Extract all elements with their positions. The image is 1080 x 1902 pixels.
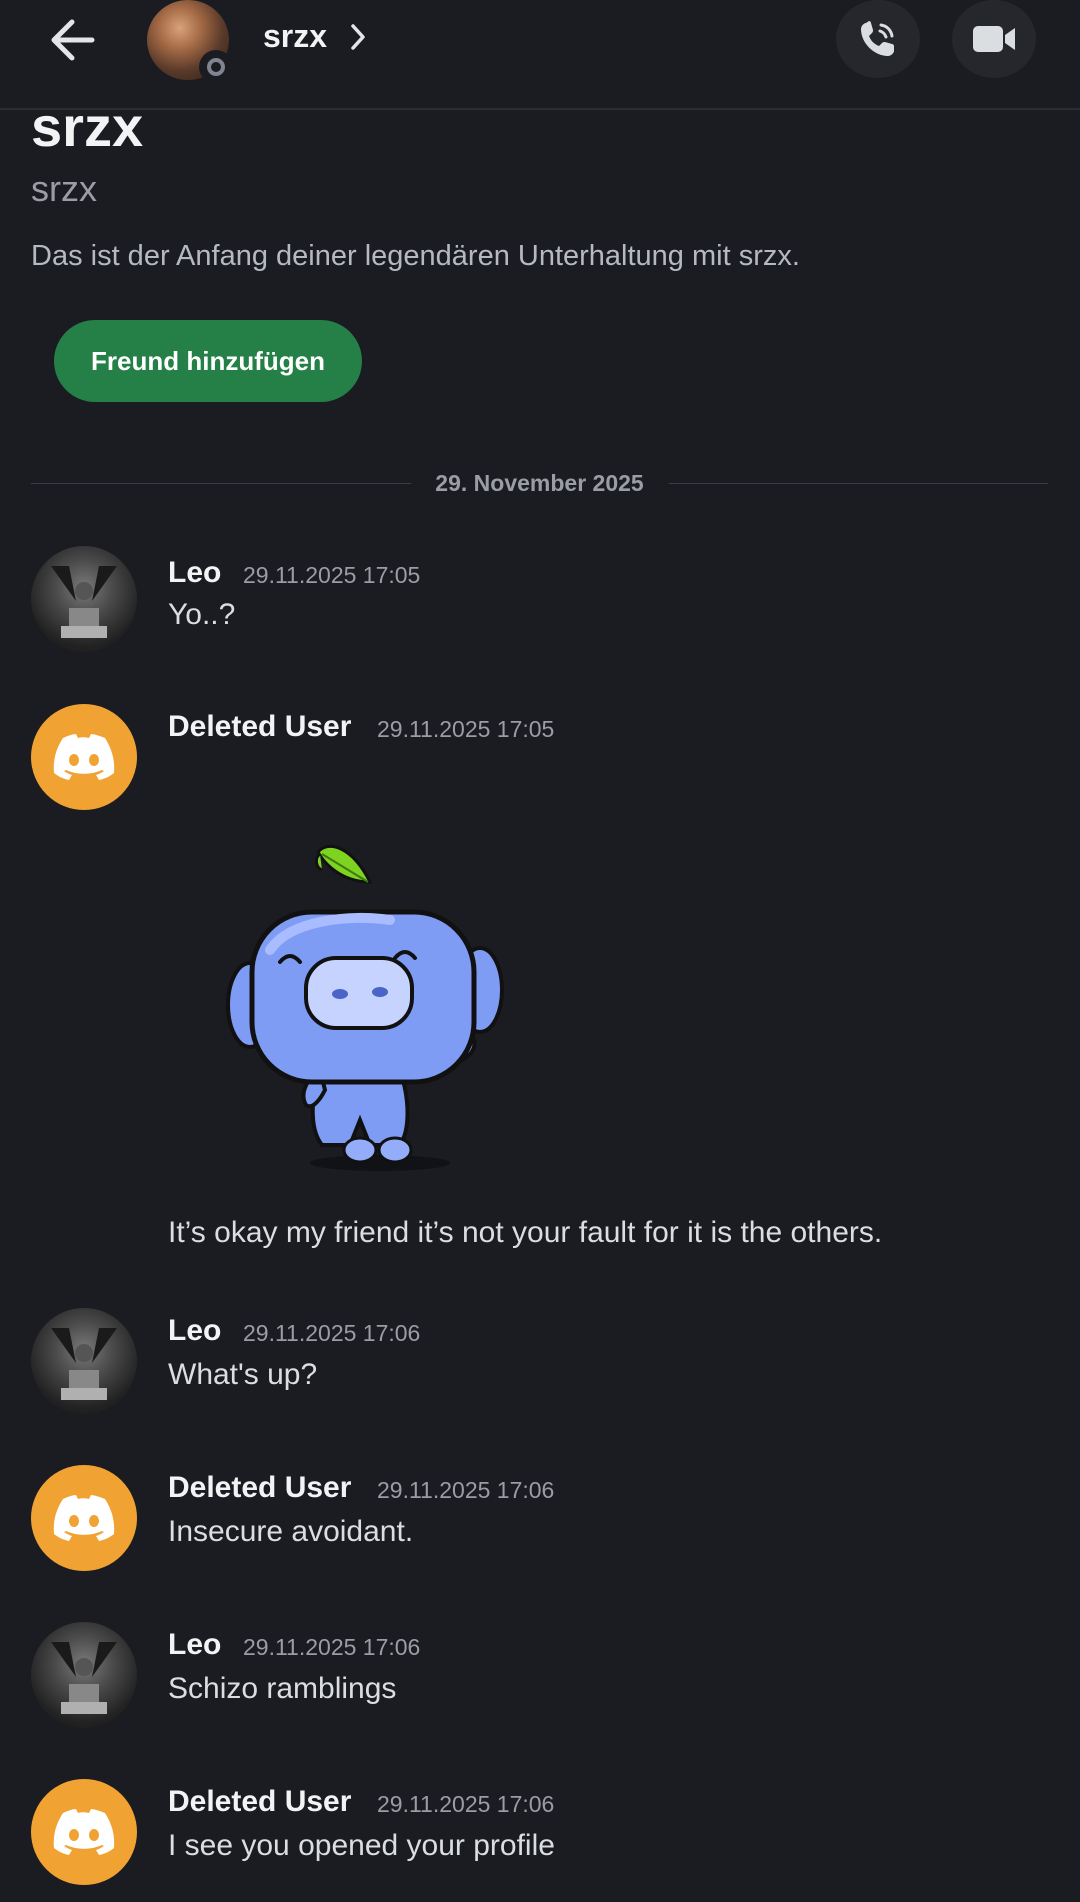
date-divider: 29. November 2025 (31, 470, 1048, 498)
message-timestamp: 29.11.2025 17:05 (377, 716, 555, 742)
message-author[interactable]: Deleted User (168, 710, 351, 744)
discord-logo-icon (53, 1809, 115, 1855)
video-call-button[interactable] (952, 0, 1036, 78)
conversation-intro-text: Das ist der Anfang deiner legendären Unt… (31, 240, 800, 272)
avatar[interactable] (31, 704, 137, 810)
back-button[interactable] (44, 10, 104, 70)
conversation-username: srzx (31, 168, 97, 209)
chevron-right-icon[interactable] (347, 20, 371, 54)
arrow-left-icon (51, 19, 95, 61)
avatar[interactable] (31, 1465, 137, 1571)
message-timestamp: 29.11.2025 17:06 (377, 1477, 555, 1503)
avatar[interactable] (31, 546, 137, 652)
statue-image (51, 1642, 117, 1714)
contact-name[interactable]: srzx (263, 18, 327, 55)
avatar[interactable] (31, 1779, 137, 1885)
message-timestamp: 29.11.2025 17:06 (243, 1634, 421, 1660)
add-friend-button[interactable]: Freund hinzufügen (54, 320, 362, 402)
statue-image (51, 1328, 117, 1400)
statue-image (51, 566, 117, 638)
message-author[interactable]: Leo (168, 1314, 221, 1348)
message-text: Yo..? (168, 598, 236, 631)
message-author[interactable]: Deleted User (168, 1785, 351, 1819)
message-text: Insecure avoidant. (168, 1515, 414, 1548)
message-text: It’s okay my friend it’s not your fault … (168, 1216, 883, 1249)
message-text: I see you opened your profile (168, 1829, 555, 1862)
message-author[interactable]: Leo (168, 1628, 221, 1662)
avatar[interactable] (31, 1622, 137, 1728)
message-author[interactable]: Leo (168, 556, 221, 590)
message-text: What's up? (168, 1358, 318, 1391)
discord-logo-icon (53, 734, 115, 780)
voice-call-button[interactable] (836, 0, 920, 78)
message-timestamp: 29.11.2025 17:06 (377, 1791, 555, 1817)
discord-logo-icon (53, 1495, 115, 1541)
avatar[interactable] (31, 1308, 137, 1414)
wumpus-sticker[interactable] (210, 840, 520, 1180)
offline-status-icon (199, 50, 233, 84)
message-timestamp: 29.11.2025 17:06 (243, 1320, 421, 1346)
message-text: Schizo ramblings (168, 1672, 397, 1705)
video-camera-icon (973, 26, 1015, 52)
chat-header: srzx (0, 0, 1080, 110)
message-timestamp: 29.11.2025 17:05 (243, 562, 421, 588)
phone-icon (861, 21, 894, 56)
message-author[interactable]: Deleted User (168, 1471, 351, 1505)
